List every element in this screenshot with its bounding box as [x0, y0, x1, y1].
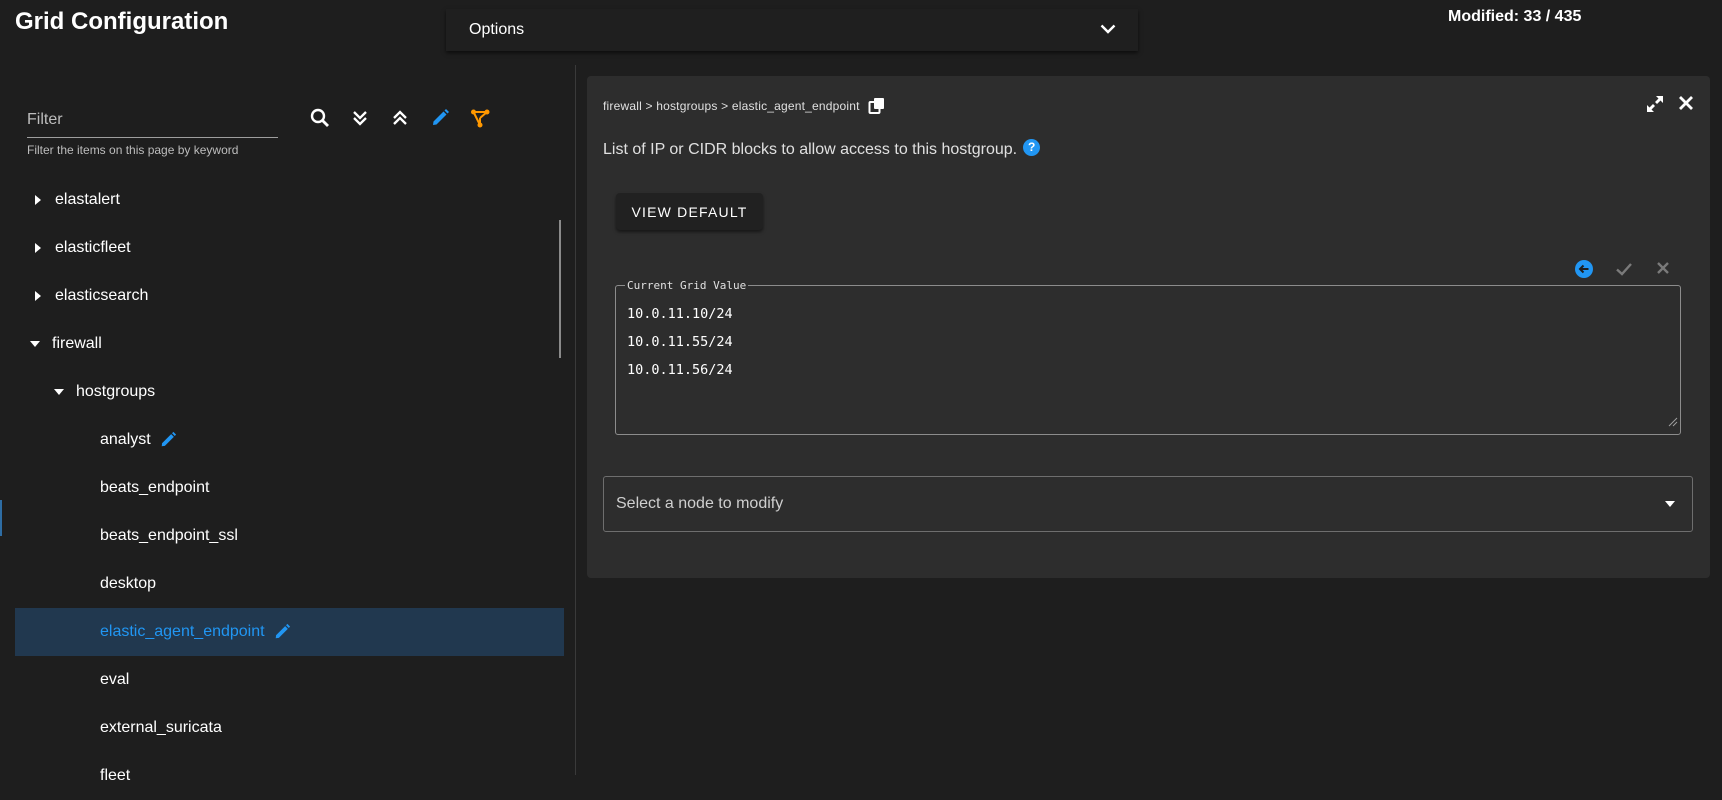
node-select-dropdown[interactable]: Select a node to modify [603, 476, 1693, 532]
detail-card: firewall > hostgroups > elastic_agent_en… [587, 76, 1710, 578]
tree-item-beats-endpoint[interactable]: beats_endpoint [15, 464, 564, 512]
show-modified-button[interactable] [424, 104, 456, 136]
breadcrumb: firewall > hostgroups > elastic_agent_en… [603, 97, 886, 115]
panel-divider [575, 65, 576, 775]
tree-item-fleet[interactable]: fleet [15, 752, 564, 800]
modified-pencil-icon [273, 623, 291, 641]
save-check-icon[interactable] [1615, 260, 1633, 278]
tree-item-label: firewall [52, 335, 102, 352]
modified-pencil-icon [159, 431, 177, 449]
revert-icon[interactable] [1575, 260, 1593, 278]
tree-item-hostgroups[interactable]: hostgroups [15, 368, 564, 416]
options-dropdown[interactable]: Options [446, 9, 1138, 51]
tree-item-label: external_suricata [100, 719, 222, 736]
caret-down-icon [1664, 495, 1676, 513]
tree-item-firewall[interactable]: firewall [15, 320, 564, 368]
description-text: List of IP or CIDR blocks to allow acces… [603, 141, 1018, 158]
copy-icon[interactable] [868, 97, 886, 115]
tree-scrollbar[interactable] [559, 220, 561, 358]
tree-item-label: analyst [100, 431, 151, 448]
filter-input[interactable] [27, 104, 278, 138]
filter-hint: Filter the items on this page by keyword [27, 143, 239, 157]
current-grid-value-textarea[interactable] [627, 300, 1667, 428]
filter-area: Filter the items on this page by keyword [27, 104, 278, 157]
tree-item-eval[interactable]: eval [15, 656, 564, 704]
fullscreen-icon[interactable] [1646, 95, 1664, 113]
search-icon [310, 108, 330, 133]
left-edge-indicator [0, 500, 2, 536]
card-actions [1646, 95, 1694, 113]
tree-item-elasticfleet[interactable]: elasticfleet [15, 224, 564, 272]
edit-pencil-icon [430, 108, 450, 133]
advanced-button[interactable] [464, 104, 496, 136]
close-icon[interactable] [1678, 95, 1694, 113]
tree-item-label: elastalert [55, 191, 120, 208]
breadcrumb-text: firewall > hostgroups > elastic_agent_en… [603, 99, 860, 113]
tree-item-label: elastic_agent_endpoint [100, 623, 265, 640]
expand-all-button[interactable] [344, 104, 376, 136]
tree-item-beats-endpoint-ssl[interactable]: beats_endpoint_ssl [15, 512, 564, 560]
tree-item-desktop[interactable]: desktop [15, 560, 564, 608]
tree-item-label: elasticfleet [55, 239, 131, 256]
caret-down-icon [52, 388, 66, 396]
view-default-button[interactable]: VIEW DEFAULT [616, 193, 763, 230]
caret-right-icon [31, 290, 45, 302]
tree-item-label: beats_endpoint [100, 479, 210, 496]
advanced-icon [470, 108, 490, 133]
value-actions [1575, 260, 1671, 278]
tree-item-elastic-agent-endpoint[interactable]: elastic_agent_endpoint [15, 608, 564, 656]
help-icon[interactable]: ? [1023, 138, 1041, 156]
search-button[interactable] [304, 104, 336, 136]
chevron-down-icon [1100, 21, 1116, 39]
options-label: Options [469, 21, 525, 38]
tree-item-elasticsearch[interactable]: elasticsearch [15, 272, 564, 320]
collapse-all-button[interactable] [384, 104, 416, 136]
tree-item-label: eval [100, 671, 130, 688]
tree-item-external-suricata[interactable]: external_suricata [15, 704, 564, 752]
tree-item-label: hostgroups [76, 383, 156, 400]
tree-item-label: beats_endpoint_ssl [100, 527, 238, 544]
modified-count: Modified: 33 / 435 [1448, 8, 1582, 25]
cancel-icon[interactable] [1655, 260, 1671, 278]
node-select-placeholder: Select a node to modify [616, 495, 784, 512]
current-grid-value-field: Current Grid Value [615, 279, 1681, 435]
caret-right-icon [31, 242, 45, 254]
caret-down-icon [28, 340, 42, 348]
tree-item-label: elasticsearch [55, 287, 149, 304]
tree-item-label: fleet [100, 767, 131, 784]
resize-grip-icon[interactable] [1668, 414, 1678, 432]
setting-description: List of IP or CIDR blocks to allow acces… [603, 138, 1041, 159]
page-title: Grid Configuration [15, 8, 229, 35]
caret-right-icon [31, 194, 45, 206]
tree-item-elastalert[interactable]: elastalert [15, 176, 564, 224]
settings-tree: elastalert elasticfleet elasticsearch fi… [15, 176, 564, 800]
tree-item-analyst[interactable]: analyst [15, 416, 564, 464]
current-grid-value-label: Current Grid Value [625, 279, 749, 292]
tree-item-label: desktop [100, 575, 157, 592]
expand-all-icon [351, 109, 369, 132]
collapse-all-icon [391, 109, 409, 132]
